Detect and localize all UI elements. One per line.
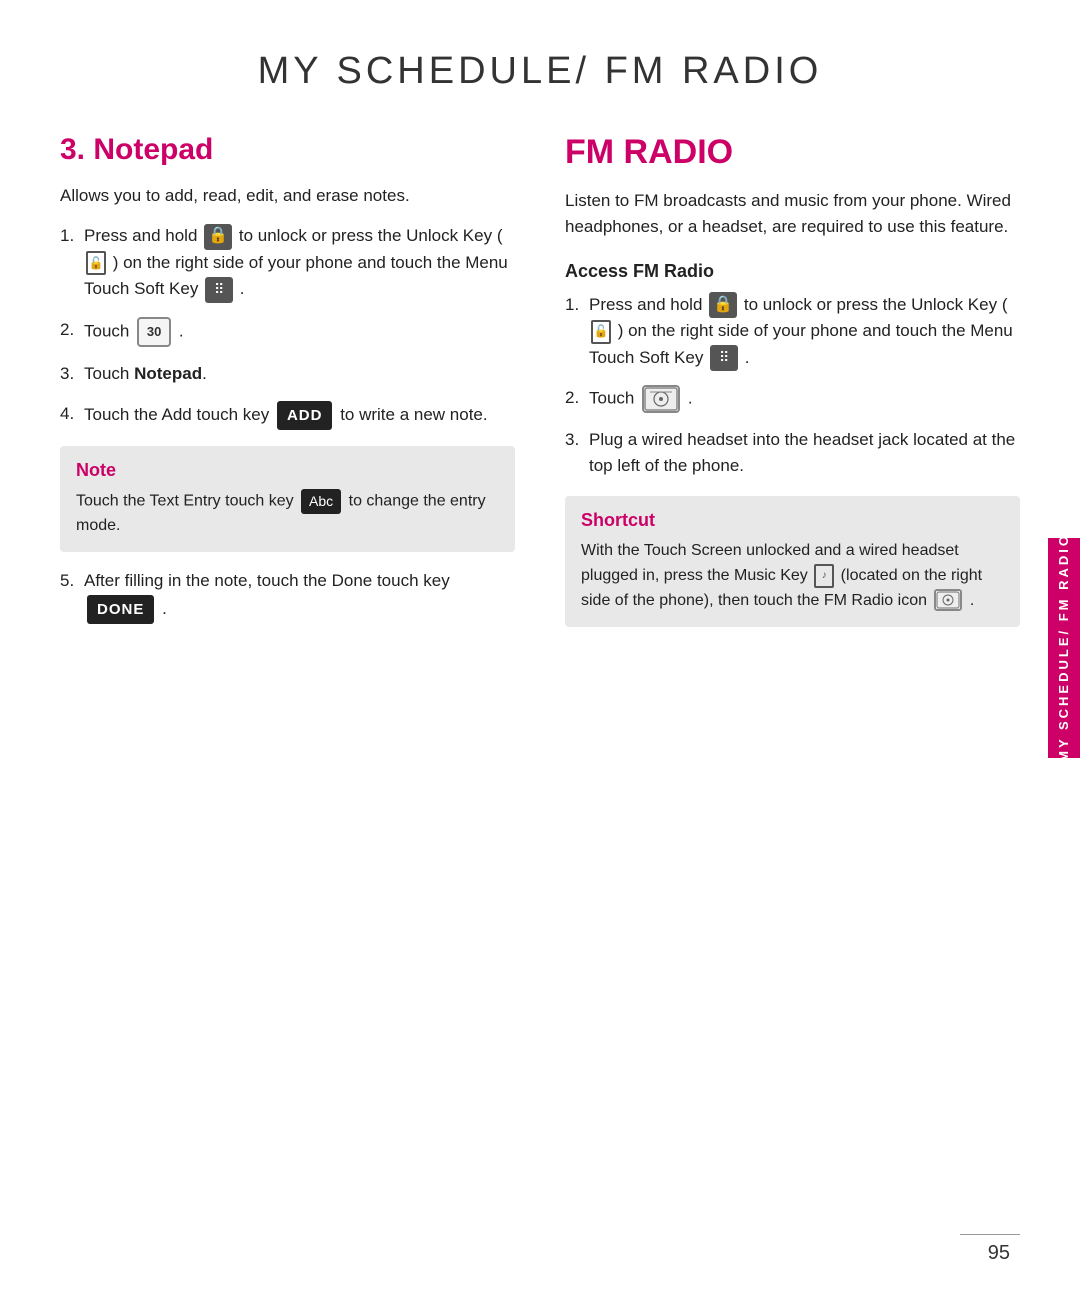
fm-step-2-content: Touch .: [589, 385, 1020, 413]
shortcut-heading: Shortcut: [581, 510, 1004, 531]
step-num-4: 4.: [60, 401, 84, 427]
notepad-step-2: 2. Touch 30 .: [60, 317, 515, 347]
fm-step-num-2: 2.: [565, 385, 589, 411]
step-num-5: 5.: [60, 568, 84, 594]
fm-step-2: 2. Touch .: [565, 385, 1020, 413]
sidebar-tab-text: MY SCHEDULE/ FM RADIO: [1056, 533, 1072, 762]
step-5-content: After filling in the note, touch the Don…: [84, 568, 515, 624]
step-2-content: Touch 30 .: [84, 317, 515, 347]
fm-radio-section: FM RADIO Listen to FM broadcasts and mus…: [565, 133, 1020, 638]
add-button-icon: ADD: [277, 401, 333, 430]
step-num-2: 2.: [60, 317, 84, 343]
main-columns: 3. Notepad Allows you to add, read, edit…: [60, 133, 1020, 638]
fm-step-num-1: 1.: [565, 292, 589, 318]
step-num-3: 3.: [60, 361, 84, 387]
lock-icon-1: 🔒: [204, 224, 232, 250]
notepad-intro: Allows you to add, read, edit, and erase…: [60, 183, 515, 209]
note-box: Note Touch the Text Entry touch key Abc …: [60, 446, 515, 552]
note-heading: Note: [76, 460, 499, 481]
step-3-content: Touch Notepad.: [84, 361, 515, 387]
notepad-step-1: 1. Press and hold 🔒 to unlock or press t…: [60, 223, 515, 302]
music-key-icon: ♪: [814, 564, 834, 588]
page-number: 95: [988, 1242, 1010, 1265]
page-divider: [960, 1234, 1020, 1235]
access-fm-heading: Access FM Radio: [565, 261, 1020, 282]
fm-radio-intro: Listen to FM broadcasts and music from y…: [565, 188, 1020, 241]
step-4-content: Touch the Add touch key ADD to write a n…: [84, 401, 515, 430]
step-1-content: Press and hold 🔒 to unlock or press the …: [84, 223, 515, 302]
fm-step-1: 1. Press and hold 🔒 to unlock or press t…: [565, 292, 1020, 371]
shortcut-box: Shortcut With the Touch Screen unlocked …: [565, 496, 1020, 628]
notepad-step-3: 3. Touch Notepad.: [60, 361, 515, 387]
notepad-section: 3. Notepad Allows you to add, read, edit…: [60, 133, 515, 638]
unlock-key-icon-fm-1: 🔓: [591, 320, 611, 344]
notepad-heading: 3. Notepad: [60, 133, 515, 167]
abc-button-icon: Abc: [301, 489, 341, 514]
fm-step-3-content: Plug a wired headset into the headset ja…: [589, 427, 1020, 480]
lock-icon-fm-1: 🔒: [709, 292, 737, 318]
fm-radio-small-icon: [934, 589, 962, 611]
fm-radio-icon: [642, 385, 680, 413]
menu-grid-icon-1: ⠿: [205, 277, 233, 303]
notepad-step-4: 4. Touch the Add touch key ADD to write …: [60, 401, 515, 430]
page-container: MY SCHEDULE/ FM RADIO 3. Notepad Allows …: [0, 0, 1080, 1295]
calendar-icon: 30: [137, 317, 171, 347]
done-button-icon: DONE: [87, 595, 154, 624]
note-text: Touch the Text Entry touch key Abc to ch…: [76, 489, 499, 538]
fm-step-3: 3. Plug a wired headset into the headset…: [565, 427, 1020, 480]
fm-radio-heading: FM RADIO: [565, 133, 1020, 172]
unlock-key-icon-1: 🔓: [86, 251, 106, 275]
fm-step-1-content: Press and hold 🔒 to unlock or press the …: [589, 292, 1020, 371]
fm-step-num-3: 3.: [565, 427, 589, 453]
menu-grid-icon-fm-1: ⠿: [710, 345, 738, 371]
sidebar-tab: MY SCHEDULE/ FM RADIO: [1048, 538, 1080, 758]
page-title: MY SCHEDULE/ FM RADIO: [60, 50, 1020, 93]
notepad-step-5: 5. After filling in the note, touch the …: [60, 568, 515, 624]
step-num-1: 1.: [60, 223, 84, 249]
shortcut-text: With the Touch Screen unlocked and a wir…: [581, 539, 1004, 614]
